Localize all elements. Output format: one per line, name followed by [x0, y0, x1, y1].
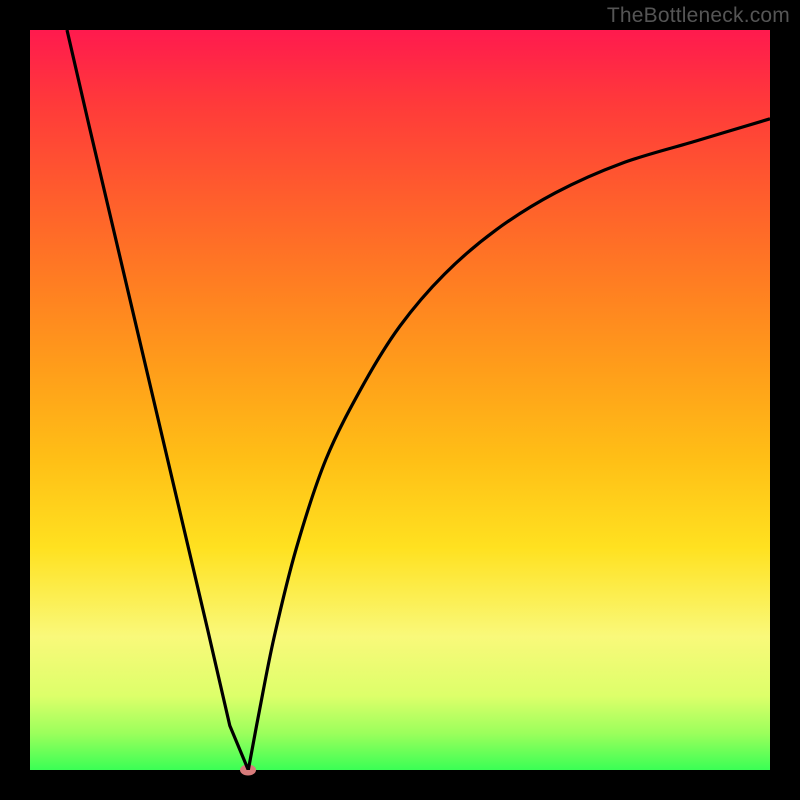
bottleneck-curve [30, 30, 770, 770]
curve-path [67, 30, 770, 770]
plot-area [30, 30, 770, 770]
watermark-text: TheBottleneck.com [607, 4, 790, 28]
chart-frame: TheBottleneck.com [0, 0, 800, 800]
